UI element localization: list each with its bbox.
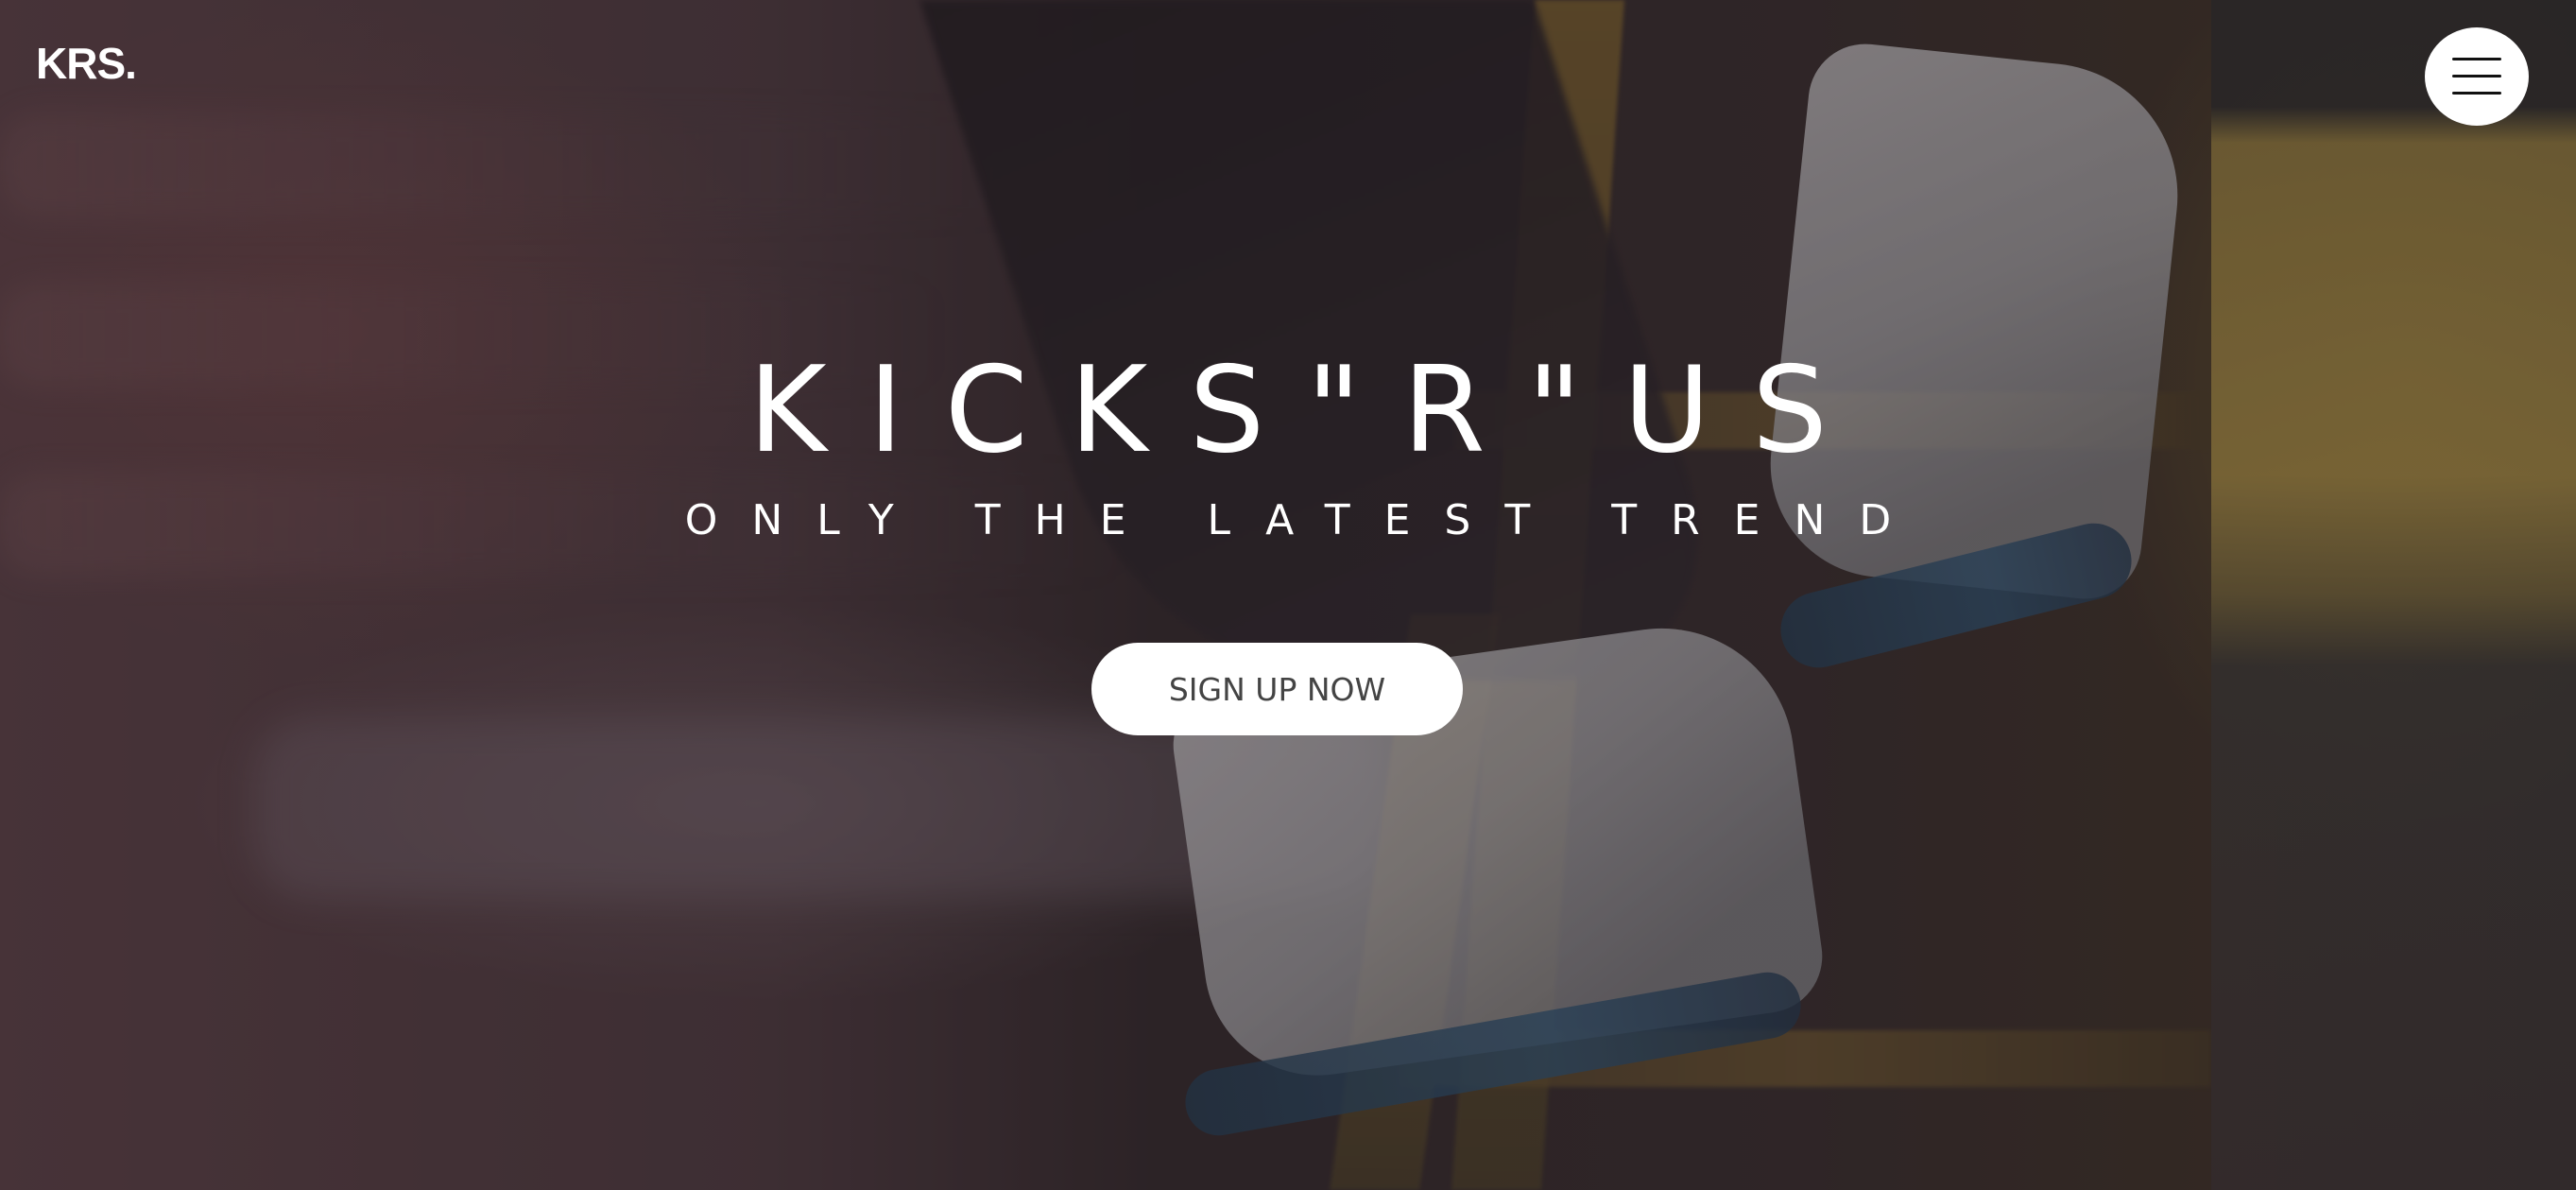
hamburger-menu-icon [2452,58,2501,95]
hero-subtitle: ONLY THE LATEST TREND [684,496,1926,544]
sign-up-button[interactable]: SIGN UP NOW [1091,643,1463,735]
hero-title: KICKS"R"US [747,340,1870,479]
menu-button[interactable] [2425,27,2529,126]
brand-logo[interactable]: KRS. [36,38,137,89]
hero-section: KRS. KICKS"R"US ONLY THE LATEST TREND SI… [0,0,2576,1190]
